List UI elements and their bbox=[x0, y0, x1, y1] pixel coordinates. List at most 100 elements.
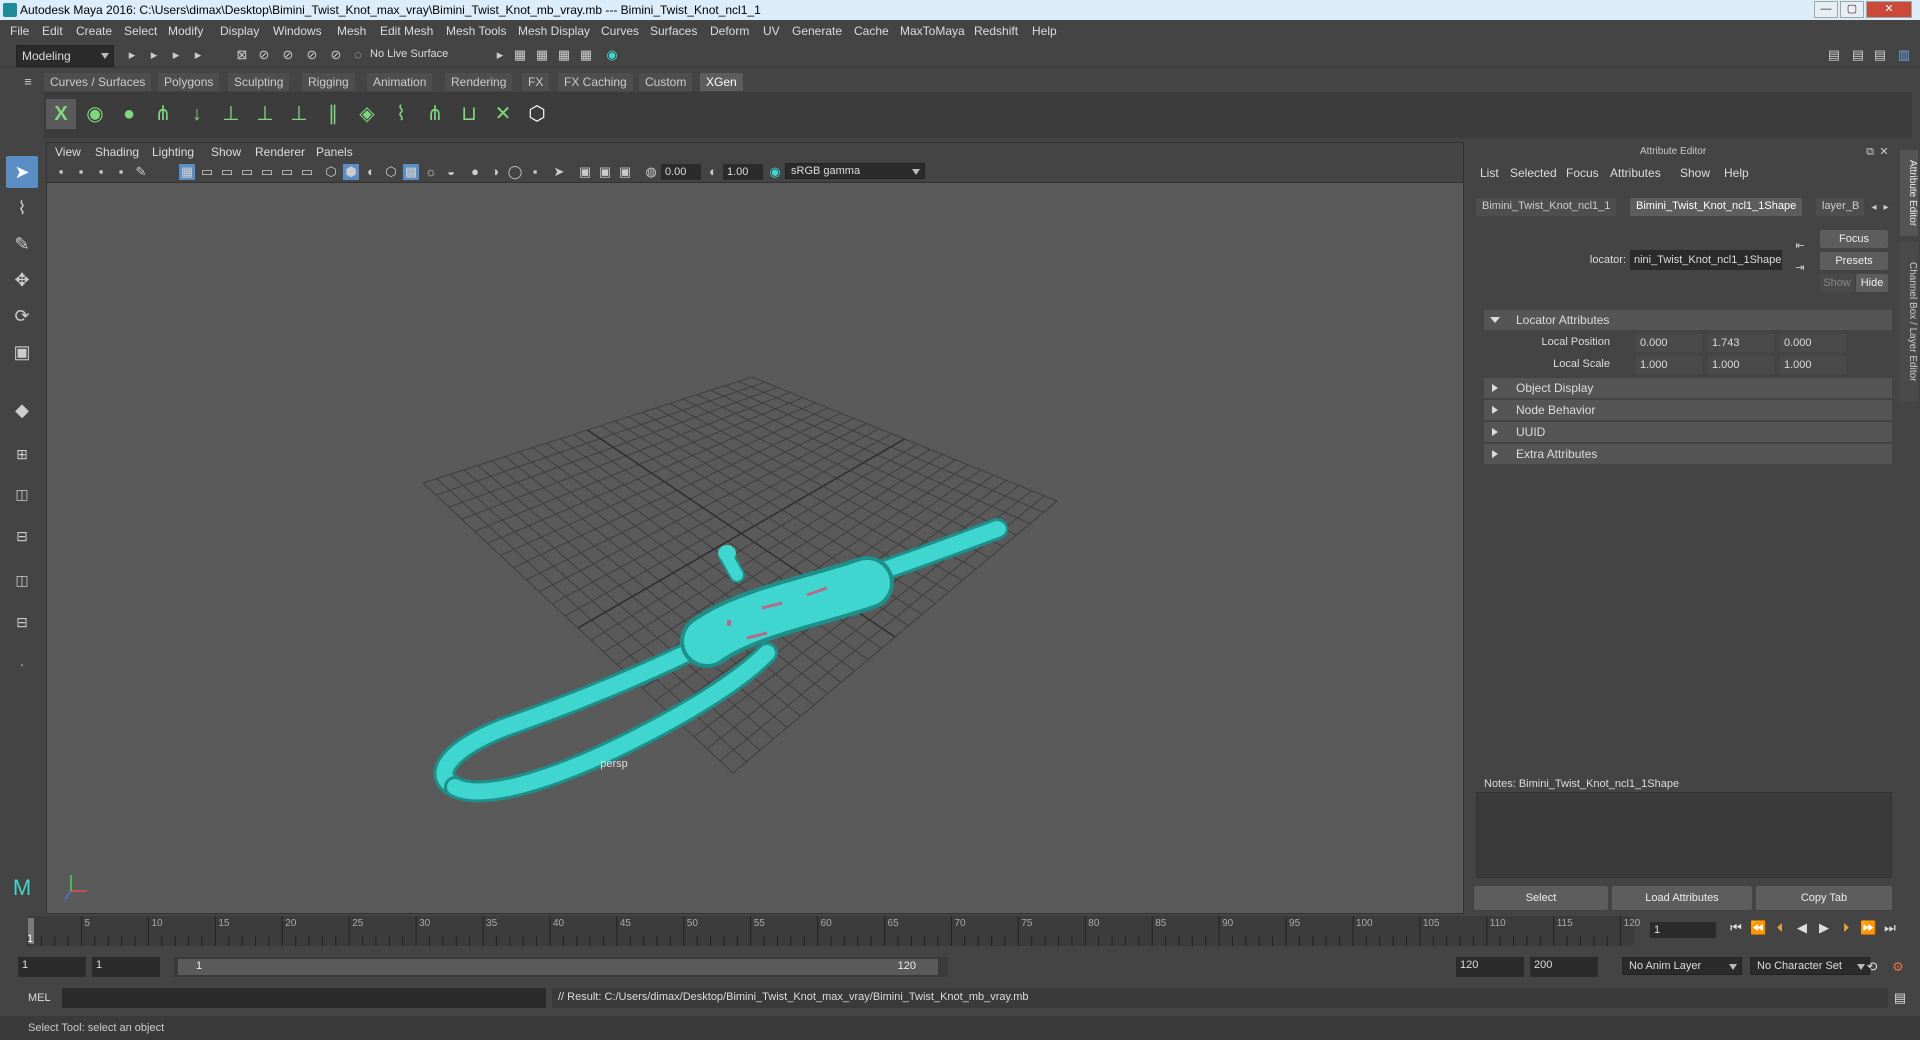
xgen-guide-comb-icon[interactable]: ∥ bbox=[318, 99, 348, 129]
script-language-toggle[interactable]: MEL bbox=[28, 992, 51, 1004]
xgen-guide-sculpt-icon[interactable]: ⊥ bbox=[250, 99, 280, 129]
select-by-component-icon[interactable]: ⊘ bbox=[280, 47, 296, 63]
minimize-button[interactable]: — bbox=[1814, 1, 1838, 18]
select-by-object-icon[interactable]: ⊘ bbox=[256, 47, 272, 63]
animation-start-field[interactable]: 1 bbox=[18, 957, 86, 977]
shelf-tab-rigging[interactable]: Rigging bbox=[302, 73, 355, 91]
menu-uv[interactable]: UV bbox=[763, 24, 780, 38]
anti-aliasing-icon[interactable]: ◯ bbox=[507, 164, 523, 180]
layout-toggle-icon[interactable]: ▤ bbox=[1872, 47, 1888, 63]
camera-icon[interactable]: ▪ bbox=[53, 164, 69, 180]
workspace-icon[interactable]: ▤ bbox=[1826, 47, 1842, 63]
viewport-menu-show[interactable]: Show bbox=[211, 145, 241, 159]
range-slider-track[interactable]: 1 120 bbox=[174, 957, 948, 977]
local-scale-y[interactable]: 1.000 bbox=[1708, 356, 1774, 374]
shelf-tab-custom[interactable]: Custom bbox=[639, 73, 693, 91]
ae-menu-help[interactable]: Help bbox=[1724, 166, 1749, 180]
view-transform-dropdown[interactable]: sRGB gamma bbox=[785, 163, 925, 179]
textured-icon[interactable]: ▩ bbox=[403, 164, 419, 180]
go-to-end-icon[interactable]: ⏭ bbox=[1882, 920, 1898, 936]
paint-select-tool-icon[interactable]: ✎ bbox=[6, 228, 38, 260]
time-slider[interactable]: 5 10 15 20 25 30 35 40 45 50 55 60 65 70 75 80 85 90 95 100… bbox=[0, 914, 1920, 948]
xgen-clump-icon[interactable]: ⋔ bbox=[420, 99, 450, 129]
side-tab-attribute-editor[interactable]: Attribute Editor bbox=[1900, 150, 1918, 236]
menu-file[interactable]: File bbox=[10, 24, 29, 38]
layout-options-icon[interactable]: · bbox=[6, 648, 38, 680]
menu-edit-mesh[interactable]: Edit Mesh bbox=[380, 24, 433, 38]
select-button[interactable]: Select bbox=[1474, 886, 1608, 910]
shadows-icon[interactable]: ◒ bbox=[443, 164, 459, 180]
menu-modify[interactable]: Modify bbox=[168, 24, 203, 38]
menu-deform[interactable]: Deform bbox=[710, 24, 749, 38]
step-forward-key-icon[interactable]: ⏩ bbox=[1860, 920, 1876, 936]
motion-blur-icon[interactable]: ◑ bbox=[487, 164, 503, 180]
ae-menu-attributes[interactable]: Attributes bbox=[1610, 166, 1661, 180]
animation-end-field[interactable]: 200 bbox=[1530, 957, 1598, 977]
scale-tool-icon[interactable]: ▣ bbox=[6, 336, 38, 368]
local-position-y[interactable]: 1.743 bbox=[1708, 334, 1774, 352]
menu-surfaces[interactable]: Surfaces bbox=[650, 24, 697, 38]
select-by-hierarchy-icon[interactable]: ⊠ bbox=[234, 47, 250, 63]
xgen-layers-icon[interactable]: ◈ bbox=[352, 99, 382, 129]
step-forward-frame-icon[interactable]: ⏵ bbox=[1838, 920, 1854, 936]
live-surface-label[interactable]: No Live Surface bbox=[370, 48, 448, 60]
undo-icon[interactable]: ▸ bbox=[190, 47, 206, 63]
shelf-tab-animation[interactable]: Animation bbox=[367, 73, 433, 91]
local-position-z[interactable]: 0.000 bbox=[1780, 334, 1846, 352]
xgen-preview-icon[interactable]: ◉ bbox=[80, 99, 110, 129]
field-chart-icon[interactable]: ▭ bbox=[259, 164, 275, 180]
xgen-hexagon-icon[interactable]: ⬡ bbox=[522, 99, 552, 129]
ae-tab-layer[interactable]: layer_B bbox=[1816, 198, 1864, 216]
grease-pencil-icon[interactable]: ✎ bbox=[133, 164, 149, 180]
snap-grid-icon[interactable]: ⊘ bbox=[304, 47, 320, 63]
script-editor-icon[interactable]: ▤ bbox=[1892, 990, 1908, 1006]
go-to-input-icon[interactable]: ⇤ bbox=[1792, 238, 1808, 254]
bookmark-icon[interactable]: ▪ bbox=[93, 164, 109, 180]
menu-edit[interactable]: Edit bbox=[42, 24, 63, 38]
image-plane-icon[interactable]: ▪ bbox=[113, 164, 129, 180]
menu-windows[interactable]: Windows bbox=[273, 24, 322, 38]
section-extra-attributes[interactable]: Extra Attributes bbox=[1484, 444, 1892, 464]
xgen-add-guide-icon[interactable]: ↓ bbox=[182, 99, 212, 129]
smooth-shade-icon[interactable]: ⬢ bbox=[343, 164, 359, 180]
menu-create[interactable]: Create bbox=[76, 24, 112, 38]
close-button[interactable]: ✕ bbox=[1866, 1, 1912, 18]
step-back-frame-icon[interactable]: ⏴ bbox=[1772, 920, 1788, 936]
wireframe-on-shaded-icon[interactable]: ⬡ bbox=[383, 164, 399, 180]
hypershade-icon[interactable]: ▦ bbox=[578, 47, 594, 63]
maximize-button[interactable]: ▢ bbox=[1840, 1, 1864, 18]
ae-menu-focus[interactable]: Focus bbox=[1566, 166, 1599, 180]
shelf-tab-rendering[interactable]: Rendering bbox=[445, 73, 513, 91]
render-settings-icon[interactable]: ▦ bbox=[556, 47, 572, 63]
viewport-panel[interactable]: View Shading Lighting Show Renderer Pane… bbox=[46, 142, 1464, 914]
viewport-menu-renderer[interactable]: Renderer bbox=[255, 145, 305, 159]
section-object-display[interactable]: Object Display bbox=[1484, 378, 1892, 398]
go-to-output-icon[interactable]: ⇥ bbox=[1792, 260, 1808, 276]
menu-select[interactable]: Select bbox=[124, 24, 157, 38]
film-gate-icon[interactable]: ▭ bbox=[199, 164, 215, 180]
open-scene-icon[interactable]: ▸ bbox=[146, 47, 162, 63]
ae-menu-list[interactable]: List bbox=[1480, 166, 1499, 180]
persp-hypershade-layout-icon[interactable]: ⊟ bbox=[6, 606, 38, 638]
copy-tab-button[interactable]: Copy Tab bbox=[1756, 886, 1892, 910]
history-icon[interactable]: ▸ bbox=[492, 47, 508, 63]
show-button[interactable]: Show bbox=[1820, 274, 1854, 292]
safe-action-icon[interactable]: ▭ bbox=[279, 164, 295, 180]
presets-button[interactable]: Presets bbox=[1820, 252, 1888, 270]
xgen-create-description-icon[interactable]: ● bbox=[114, 99, 144, 129]
exposure-field[interactable]: 0.00 bbox=[661, 164, 701, 180]
local-scale-x[interactable]: 1.000 bbox=[1636, 356, 1702, 374]
side-by-side-layout-icon[interactable]: ◫ bbox=[6, 478, 38, 510]
animation-preferences-icon[interactable]: ⚙ bbox=[1890, 959, 1906, 975]
resolution-gate-icon[interactable]: ▭ bbox=[219, 164, 235, 180]
xgen-cut-icon[interactable]: ⊔ bbox=[454, 99, 484, 129]
ae-menu-selected[interactable]: Selected bbox=[1510, 166, 1557, 180]
exposure-icon[interactable]: ◍ bbox=[643, 164, 659, 180]
save-scene-icon[interactable]: ▸ bbox=[168, 47, 184, 63]
section-node-behavior[interactable]: Node Behavior bbox=[1484, 400, 1892, 420]
snap-curve-icon[interactable]: ⊘ bbox=[328, 47, 344, 63]
select-tool-icon[interactable]: ➤ bbox=[6, 156, 38, 188]
menu-curves[interactable]: Curves bbox=[601, 24, 639, 38]
menu-mesh-display[interactable]: Mesh Display bbox=[518, 24, 590, 38]
use-all-lights-icon[interactable]: ☼ bbox=[423, 164, 439, 180]
